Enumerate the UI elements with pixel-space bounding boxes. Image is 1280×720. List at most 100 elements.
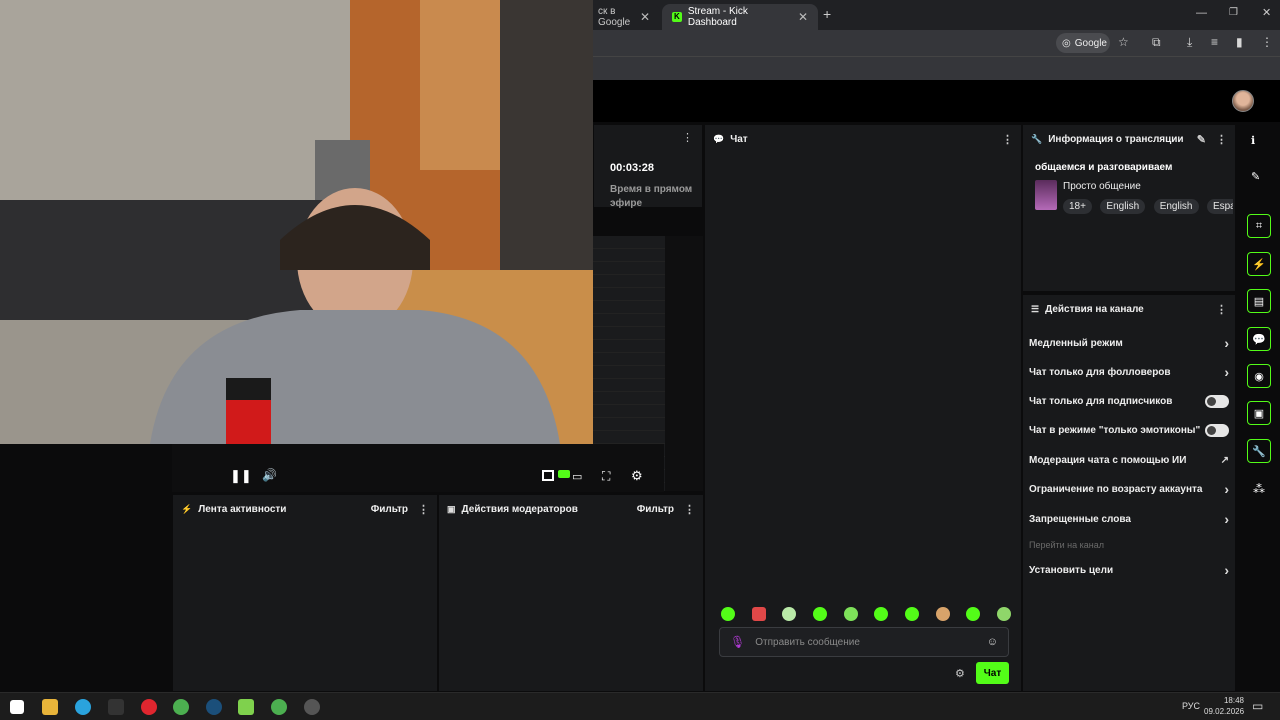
chat-bubble-icon: 💬 — [713, 133, 725, 144]
tag-badge: 18+ — [1063, 199, 1092, 214]
send-chat-button[interactable]: Чат — [976, 662, 1009, 684]
more-options-icon[interactable]: ⋮ — [1216, 303, 1227, 316]
sidebar-scan-icon[interactable]: ⌗ — [1247, 214, 1271, 238]
more-options-icon[interactable]: ⋮ — [418, 503, 429, 516]
notifications-icon[interactable]: ▭ — [1252, 699, 1263, 713]
subscribers-only-toggle[interactable] — [1205, 394, 1229, 408]
emote-icon[interactable] — [904, 607, 919, 621]
external-link-icon: ↗ — [1220, 454, 1229, 466]
chat-settings-gear-icon[interactable]: ⚙ — [955, 667, 965, 680]
chrome-icon[interactable] — [173, 699, 189, 715]
telegram-icon[interactable] — [75, 699, 91, 715]
emote-icon[interactable] — [996, 607, 1011, 621]
emote-icon[interactable] — [751, 607, 766, 621]
emote-icon[interactable] — [782, 607, 797, 621]
row-label: Установить цели — [1029, 564, 1114, 576]
emote-bar — [721, 607, 1011, 621]
activity-filter-button[interactable]: Фильтр — [371, 504, 408, 515]
window-close-icon[interactable]: ✕ — [1262, 6, 1271, 19]
menu-icon[interactable]: ⋮ — [1261, 35, 1273, 49]
pause-icon[interactable]: ❚❚ — [230, 468, 252, 484]
picture-in-picture-icon[interactable] — [542, 470, 554, 481]
slow-mode-row[interactable]: Медленный режим › — [1029, 329, 1229, 357]
sidebar-broadcast-icon[interactable]: ◉ — [1247, 364, 1271, 388]
emote-icon[interactable] — [843, 607, 858, 621]
close-icon[interactable]: ✕ — [640, 10, 650, 24]
close-icon[interactable]: ✕ — [798, 10, 808, 24]
avatar[interactable] — [1232, 90, 1254, 112]
banned-words-row[interactable]: Запрещенные слова › — [1029, 505, 1229, 533]
chat-input[interactable]: 🎙 Отправить сообщение ☺ — [719, 627, 1009, 657]
stream-title: общаемся и разговариваем — [1035, 162, 1173, 173]
activity-feed-title: Лента активности — [198, 503, 287, 515]
restore-icon[interactable]: ❐ — [1229, 7, 1238, 18]
live-badge-icon — [558, 470, 570, 478]
emote-icon[interactable] — [874, 607, 889, 621]
minecraft-icon[interactable] — [238, 699, 254, 715]
keyboard-language[interactable]: РУС — [1182, 701, 1200, 711]
tag-badge: English — [1100, 199, 1146, 214]
settings-gear-icon[interactable]: ⚙ — [631, 468, 643, 484]
minimize-icon[interactable]: — — [1196, 7, 1207, 19]
go-to-channel-link[interactable]: Перейти на канал — [1029, 531, 1229, 559]
emote-icon[interactable] — [935, 607, 950, 621]
microphone-icon[interactable]: 🎙 — [730, 635, 745, 649]
mod-filter-button[interactable]: Фильтр — [637, 504, 674, 515]
emote-icon[interactable] — [812, 607, 827, 621]
clock[interactable]: 18:48 09.02.2026 — [1204, 695, 1244, 717]
windows-start-icon[interactable] — [10, 700, 24, 714]
webcam-image — [0, 0, 593, 444]
chevron-right-icon: › — [1224, 364, 1229, 380]
emote-only-toggle[interactable] — [1205, 423, 1229, 437]
obs-icon[interactable] — [304, 699, 320, 715]
sidebar-shield-icon[interactable]: ▣ — [1247, 401, 1271, 425]
extensions-icon[interactable]: ⧉ — [1152, 35, 1161, 50]
tab-kick-dashboard[interactable]: K Stream - Kick Dashboard ✕ — [662, 4, 818, 30]
app-h-icon[interactable] — [108, 699, 124, 715]
channel-actions-panel: ☰ Действия на канале ⋮ Медленный режим ›… — [1022, 294, 1236, 692]
edit-pencil-icon[interactable]: ✎ — [1197, 133, 1206, 146]
more-options-icon[interactable]: ⋮ — [682, 131, 693, 144]
new-tab-button[interactable]: + — [823, 6, 831, 22]
row-label: Перейти на канал — [1029, 540, 1105, 550]
download-icon[interactable]: ⤓ — [1187, 35, 1192, 50]
theater-mode-icon[interactable]: ▭ — [572, 470, 582, 483]
stream-info-panel: 🔧 Информация о трансляции ✎ ⋮ общаемся и… — [1022, 124, 1236, 292]
followers-only-row[interactable]: Чат только для фолловеров › — [1029, 358, 1229, 386]
google-lens-icon: ◎ — [1062, 37, 1071, 49]
emoji-icon[interactable]: ☺ — [987, 636, 998, 648]
account-age-row[interactable]: Ограничение по возрасту аккаунта › — [1029, 475, 1229, 503]
sidebar-chat-icon[interactable]: 💬 — [1247, 327, 1271, 351]
emote-icon[interactable] — [966, 607, 981, 621]
opera-icon[interactable] — [141, 699, 157, 715]
stream-category: Просто общение — [1063, 181, 1141, 192]
sidebar-share-icon[interactable]: ⁂ — [1253, 482, 1265, 496]
fullscreen-icon[interactable]: ⛶ — [602, 469, 610, 484]
media-control-icon[interactable]: ≡ — [1211, 35, 1218, 49]
set-goals-row[interactable]: Установить цели › — [1029, 556, 1229, 584]
volume-icon[interactable]: 🔊 — [262, 468, 277, 482]
steam-icon[interactable] — [206, 699, 222, 715]
sidebar-wrench-icon[interactable]: 🔧 — [1247, 439, 1271, 463]
file-explorer-icon[interactable] — [42, 699, 58, 715]
row-label: Ограничение по возрасту аккаунта — [1029, 483, 1203, 495]
tab-google[interactable]: ск в Google ✕ — [588, 4, 660, 30]
sidebar-lightning-icon[interactable]: ⚡ — [1247, 252, 1271, 276]
more-options-icon[interactable]: ⋮ — [684, 503, 695, 516]
sidebar-document-icon[interactable]: ▤ — [1247, 289, 1271, 313]
edit-pencil-icon[interactable]: ✎ — [1251, 170, 1260, 183]
row-label: Чат только для фолловеров — [1029, 366, 1171, 378]
search-engine-chip[interactable]: ◎ Google — [1056, 33, 1110, 53]
chrome-active-icon[interactable] — [271, 699, 287, 715]
more-options-icon[interactable]: ⋮ — [1002, 133, 1013, 146]
bookmark-star-icon[interactable]: ☆ — [1118, 35, 1129, 49]
emote-icon[interactable] — [721, 607, 735, 621]
webcam-overlay — [0, 0, 593, 444]
more-options-icon[interactable]: ⋮ — [1216, 133, 1227, 146]
info-icon[interactable]: ℹ — [1251, 134, 1255, 147]
mod-actions-header: ▣ Действия модераторов Фильтр ⋮ — [439, 495, 703, 523]
shield-icon: ▣ — [447, 503, 456, 514]
profile-icon[interactable]: ▮ — [1236, 35, 1243, 49]
tag-badge: English — [1153, 199, 1199, 214]
ai-moderation-row[interactable]: Модерация чата с помощью ИИ ↗ — [1029, 446, 1229, 474]
